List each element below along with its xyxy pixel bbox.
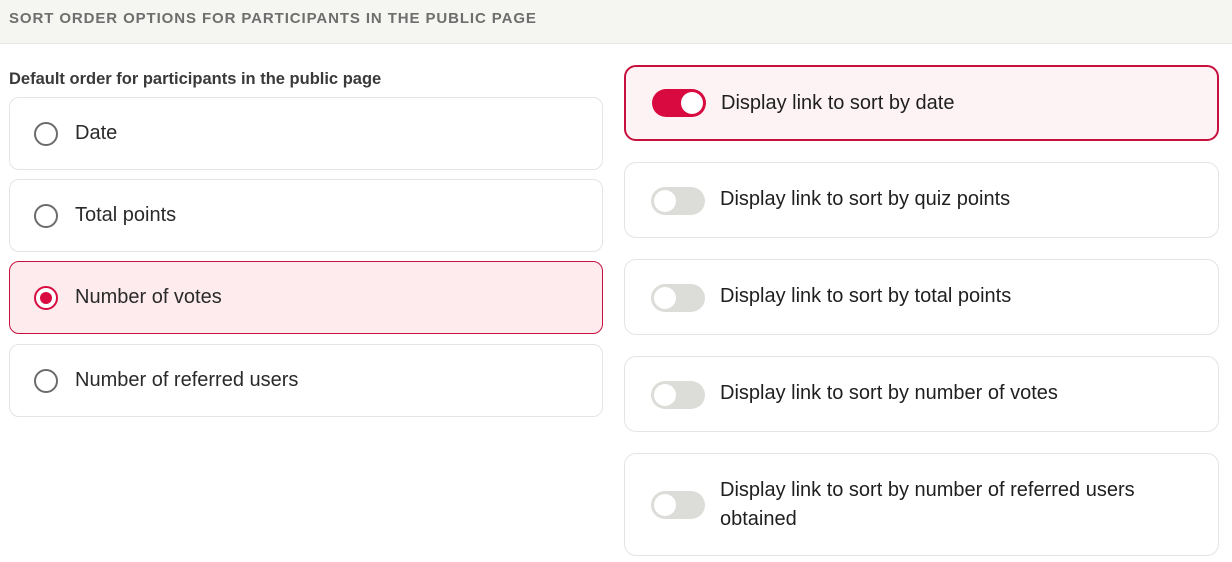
radio-button[interactable] xyxy=(34,204,58,228)
radio-option-label: Number of votes xyxy=(75,286,222,308)
toggle-switch-on[interactable] xyxy=(652,89,706,117)
toggle-card-sort-by-total-points[interactable]: Display link to sort by total points xyxy=(624,259,1219,335)
toggle-card-sort-by-quiz-points[interactable]: Display link to sort by quiz points xyxy=(624,162,1219,238)
default-order-label: Default order for participants in the pu… xyxy=(9,70,382,88)
radio-option-number-of-votes[interactable]: Number of votes xyxy=(9,261,603,334)
section-title: SORT ORDER OPTIONS FOR PARTICIPANTS IN T… xyxy=(9,10,537,27)
toggle-label: Display link to sort by total points xyxy=(720,285,1012,307)
toggle-card-sort-by-date[interactable]: Display link to sort by date xyxy=(624,65,1219,141)
radio-option-total-points[interactable]: Total points xyxy=(9,179,603,252)
radio-button[interactable] xyxy=(34,369,58,393)
toggle-label: Display link to sort by date xyxy=(721,92,955,114)
section-header: SORT ORDER OPTIONS FOR PARTICIPANTS IN T… xyxy=(0,0,1232,44)
toggle-switch-off[interactable] xyxy=(651,284,705,312)
toggle-switch-off[interactable] xyxy=(651,381,705,409)
toggle-card-sort-by-referred-users[interactable]: Display link to sort by number of referr… xyxy=(624,453,1219,556)
radio-option-date[interactable]: Date xyxy=(9,97,603,170)
toggle-switch-off[interactable] xyxy=(651,187,705,215)
toggle-label: Display link to sort by number of referr… xyxy=(720,479,1135,530)
radio-option-label: Date xyxy=(75,122,118,144)
radio-option-number-of-referred-users[interactable]: Number of referred users xyxy=(9,344,603,417)
radio-option-label: Number of referred users xyxy=(75,369,299,391)
toggle-label: Display link to sort by number of votes xyxy=(720,382,1058,404)
radio-option-label: Total points xyxy=(75,204,177,226)
toggle-label: Display link to sort by quiz points xyxy=(720,188,1011,210)
radio-button-checked[interactable] xyxy=(34,286,58,310)
toggle-card-sort-by-number-of-votes[interactable]: Display link to sort by number of votes xyxy=(624,356,1219,432)
toggle-switch-off[interactable] xyxy=(651,491,705,519)
radio-button[interactable] xyxy=(34,122,58,146)
